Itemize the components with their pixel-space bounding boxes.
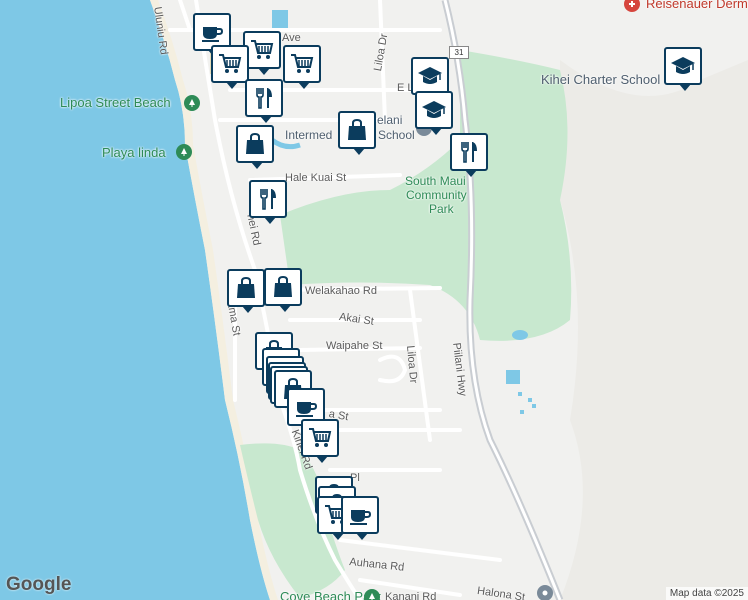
- park-icon[interactable]: [364, 589, 380, 600]
- shopping-cart-icon: [307, 425, 333, 451]
- highway-31-shield: 31: [449, 46, 469, 59]
- shopping-bag-marker[interactable]: [227, 269, 265, 313]
- label-reisenauer-derm: Reisenauer Derm: [646, 0, 748, 11]
- label-elani: elani: [377, 113, 403, 127]
- label-intermed: Intermed: [285, 128, 333, 142]
- map-canvas[interactable]: Uluniu Rd Lipoa Street Beach Playa linda…: [0, 0, 748, 600]
- shopping-cart-icon: [217, 51, 243, 77]
- shopping-cart-marker[interactable]: [301, 419, 339, 463]
- label-kanani-rd: Kanani Rd: [385, 591, 437, 600]
- label-park-line2: Community: [406, 188, 467, 202]
- park-icon[interactable]: [184, 95, 200, 111]
- label-playa-linda: Playa linda: [102, 145, 166, 160]
- restaurant-marker[interactable]: [245, 79, 283, 123]
- label-hale-kuai-st: Hale Kuai St: [285, 172, 347, 184]
- shopping-cart-marker[interactable]: [283, 45, 321, 89]
- map-attribution: Map data ©2025: [665, 587, 748, 600]
- label-park-line1: South Maui: [405, 174, 466, 188]
- school-marker[interactable]: [415, 91, 453, 135]
- school-icon: [421, 97, 447, 123]
- school-icon: [417, 63, 443, 89]
- coffee-icon: [347, 502, 373, 528]
- coffee-marker[interactable]: [341, 496, 379, 540]
- restaurant-icon: [255, 186, 281, 212]
- shopping-bag-icon: [242, 131, 268, 157]
- school-icon: [670, 53, 696, 79]
- shopping-bag-icon: [270, 274, 296, 300]
- google-logo: Google: [6, 574, 72, 595]
- label-welakahao-rd: Welakahao Rd: [305, 285, 377, 297]
- shopping-bag-icon: [344, 117, 370, 143]
- coffee-icon: [293, 394, 319, 420]
- label-waipahe-st: Waipahe St: [326, 340, 383, 352]
- label-ave: Ave: [282, 32, 301, 44]
- shopping-cart-icon: [249, 37, 275, 63]
- restaurant-icon: [456, 139, 482, 165]
- label-park-line3: Park: [429, 202, 454, 216]
- restaurant-marker[interactable]: [249, 180, 287, 224]
- shopping-cart-marker[interactable]: [211, 45, 249, 89]
- restaurant-marker[interactable]: [450, 133, 488, 177]
- label-school: School: [378, 128, 415, 142]
- school-marker[interactable]: [664, 47, 702, 91]
- shopping-bag-marker[interactable]: [236, 125, 274, 169]
- school-marker[interactable]: [411, 57, 449, 101]
- shopping-bag-marker[interactable]: [264, 268, 302, 312]
- shopping-bag-marker[interactable]: [338, 111, 376, 155]
- transit-pin-icon[interactable]: [537, 585, 553, 600]
- shopping-bag-icon: [233, 275, 259, 301]
- park-icon[interactable]: [176, 144, 192, 160]
- coffee-icon: [199, 19, 225, 45]
- restaurant-icon: [251, 85, 277, 111]
- shopping-cart-icon: [289, 51, 315, 77]
- label-lipoa-street-beach: Lipoa Street Beach: [60, 95, 171, 110]
- label-kihei-charter-school: Kihei Charter School: [541, 72, 661, 87]
